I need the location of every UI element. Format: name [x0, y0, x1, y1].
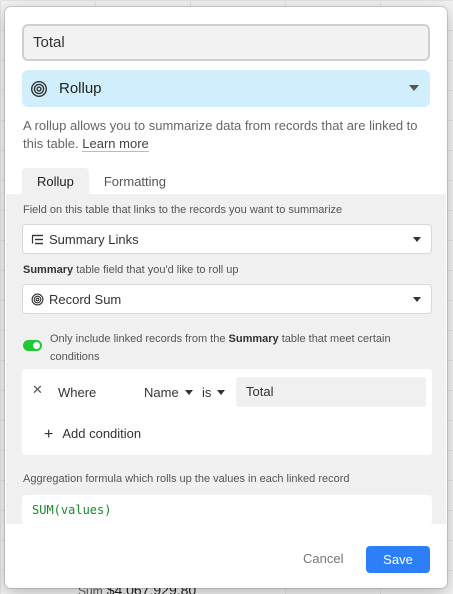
condition-row: ✕ Where Name is Total — [22, 377, 432, 407]
chevron-down-icon — [409, 85, 419, 91]
link-field-label: Field on this table that links to the re… — [23, 204, 343, 216]
link-field-select[interactable]: Summary Links — [22, 224, 432, 254]
chevron-down-icon — [184, 390, 193, 395]
condition-field-value: Name — [144, 385, 179, 400]
tab-formatting[interactable]: Formatting — [89, 168, 181, 195]
tab-rollup[interactable]: Rollup — [22, 168, 89, 195]
field-type-label: Rollup — [59, 80, 102, 97]
condition-where-label: Where — [58, 385, 97, 400]
condition-operator-value: is — [202, 385, 212, 400]
filter-text-start: Only include linked records from the — [50, 333, 229, 345]
cancel-button[interactable]: Cancel — [303, 550, 343, 568]
save-button[interactable]: Save — [366, 546, 430, 573]
field-name-input[interactable]: Total — [22, 24, 430, 61]
rollup-icon — [31, 293, 44, 305]
plus-icon: + — [44, 426, 54, 443]
rollup-field-label-table: Summary — [23, 264, 74, 276]
close-icon[interactable]: ✕ — [32, 382, 43, 398]
rollup-field-label-text: table field that you'd like to roll up — [73, 264, 239, 276]
field-config-dialog: Total Rollup A rollup allows you to summ… — [5, 7, 447, 588]
filter-description: Only include linked records from the Sum… — [50, 330, 430, 366]
field-type-description: A rollup allows you to summarize data fr… — [23, 117, 428, 153]
aggregation-label: Aggregation formula which rolls up the v… — [23, 473, 350, 485]
filter-toggle[interactable] — [23, 340, 42, 351]
chevron-down-icon — [413, 297, 421, 302]
rollup-settings-panel: Field on this table that links to the re… — [6, 194, 446, 525]
config-tabs: Rollup Formatting — [22, 168, 181, 195]
condition-field-select[interactable]: Name — [144, 385, 193, 400]
rollup-field-select[interactable]: Record Sum — [22, 284, 432, 314]
rollup-field-label: Summary table field that you'd like to r… — [23, 264, 239, 276]
rollup-field-value: Record Sum — [49, 291, 122, 307]
chevron-down-icon — [217, 390, 226, 395]
add-condition-button[interactable]: + Add condition — [44, 426, 141, 444]
filter-text-table: Summary — [228, 333, 279, 345]
learn-more-link[interactable]: Learn more — [82, 136, 149, 152]
chevron-down-icon — [413, 237, 421, 242]
condition-operator-select[interactable]: is — [202, 385, 226, 400]
add-condition-label: Add condition — [62, 426, 142, 441]
rollup-icon — [30, 80, 48, 97]
condition-value-input[interactable]: Total — [236, 377, 426, 407]
filter-conditions: ✕ Where Name is Total + Add condition — [22, 369, 432, 455]
aggregation-formula-input[interactable]: SUM(values) — [22, 495, 432, 525]
link-field-value: Summary Links — [49, 231, 139, 247]
linked-records-icon — [31, 234, 43, 244]
field-type-select[interactable]: Rollup — [22, 70, 430, 107]
